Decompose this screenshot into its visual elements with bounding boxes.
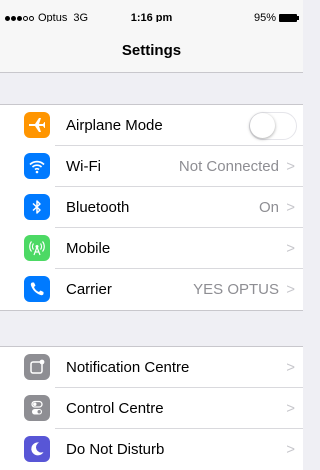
mobile-signal-icon [24, 235, 50, 261]
settings-row-control-centre[interactable]: Control Centre > [0, 388, 303, 429]
chevron-right-icon: > [286, 240, 295, 257]
settings-row-label: Notification Centre [66, 359, 190, 376]
settings-row-airplane-mode[interactable]: Airplane Mode [0, 105, 303, 146]
airplane-mode-toggle[interactable] [249, 112, 297, 140]
toggle-knob [250, 113, 275, 138]
chevron-right-icon: > [286, 158, 295, 175]
settings-row-wifi[interactable]: Wi-Fi Not Connected > [0, 146, 303, 187]
chevron-right-icon: > [286, 441, 295, 458]
moon-icon [24, 436, 50, 462]
settings-row-label: Carrier [66, 281, 112, 298]
chevron-right-icon: > [286, 359, 295, 376]
chevron-right-icon: > [286, 400, 295, 417]
settings-row-label: Control Centre [66, 400, 164, 417]
chevron-right-icon: > [286, 281, 295, 298]
status-bar: Optus 3G 1:16 pm 95% [0, 0, 303, 24]
settings-row-label: Bluetooth [66, 199, 130, 216]
settings-row-detail: Not Connected [178, 158, 279, 175]
settings-row-label: Do Not Disturb [66, 441, 165, 458]
settings-row-bluetooth[interactable]: Bluetooth On > [0, 187, 303, 228]
phone-icon [24, 276, 50, 302]
settings-row-label: Airplane Mode [66, 117, 163, 134]
airplane-icon [24, 112, 50, 138]
settings-row-carrier[interactable]: Carrier YES OPTUS > [0, 269, 303, 310]
battery-icon [279, 14, 299, 22]
settings-row-mobile[interactable]: Mobile > [0, 228, 303, 269]
chevron-right-icon: > [286, 199, 295, 216]
navigation-bar: Settings [0, 22, 303, 73]
settings-group-connectivity: Airplane Mode Wi-Fi Not Connected > Blue… [0, 104, 303, 311]
page-title: Settings [121, 42, 182, 59]
settings-group-system: Notification Centre > Control Centre > D… [0, 346, 303, 470]
settings-row-detail: YES OPTUS [193, 281, 279, 298]
settings-row-label: Wi-Fi [66, 158, 101, 175]
settings-row-notification-centre[interactable]: Notification Centre > [0, 347, 303, 388]
notification-icon [24, 354, 50, 380]
control-toggles-icon [24, 395, 50, 421]
settings-row-label: Mobile [66, 240, 111, 257]
settings-row-do-not-disturb[interactable]: Do Not Disturb > [0, 429, 303, 470]
wifi-icon [24, 153, 50, 179]
bluetooth-icon [24, 194, 50, 220]
settings-row-detail: On [258, 199, 279, 216]
